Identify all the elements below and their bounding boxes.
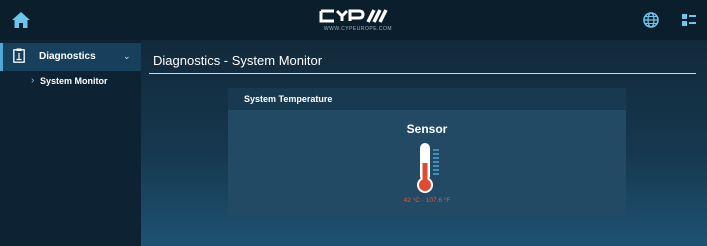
sidebar-item-system-monitor[interactable]: › System Monitor [0,73,141,90]
title-divider [149,73,696,74]
thermometer-icon [417,143,439,193]
system-temperature-panel: System Temperature Sensor 42 °C · 107.6 … [228,88,626,216]
panel-header: System Temperature [228,88,626,110]
chevron-down-icon: ⌄ [123,51,131,61]
top-bar: WWW.CYPEUROPE.COM [0,0,707,40]
user-menu-icon[interactable] [681,12,697,28]
panel-header-title: System Temperature [244,94,333,104]
sidebar-section-label: Diagnostics [39,51,96,62]
sidebar-section-diagnostics[interactable]: Diagnostics ⌄ [0,43,141,71]
page-title: Diagnostics - System Monitor [153,53,323,68]
logo-url: WWW.CYPEUROPE.COM [323,26,393,32]
sensor-title: Sensor [406,122,448,136]
clipboard-icon [13,48,25,63]
globe-icon[interactable] [643,12,659,28]
sidebar: Diagnostics ⌄ › System Monitor [0,40,141,246]
temperature-reading: 42 °C · 107.6 °F [403,197,451,204]
cyp-logo: WWW.CYPEUROPE.COM [318,8,398,34]
chevron-right-icon: › [31,75,35,86]
sidebar-item-label: System Monitor [40,76,108,86]
main-content: Diagnostics - System Monitor System Temp… [141,40,707,246]
home-icon[interactable] [11,11,31,29]
